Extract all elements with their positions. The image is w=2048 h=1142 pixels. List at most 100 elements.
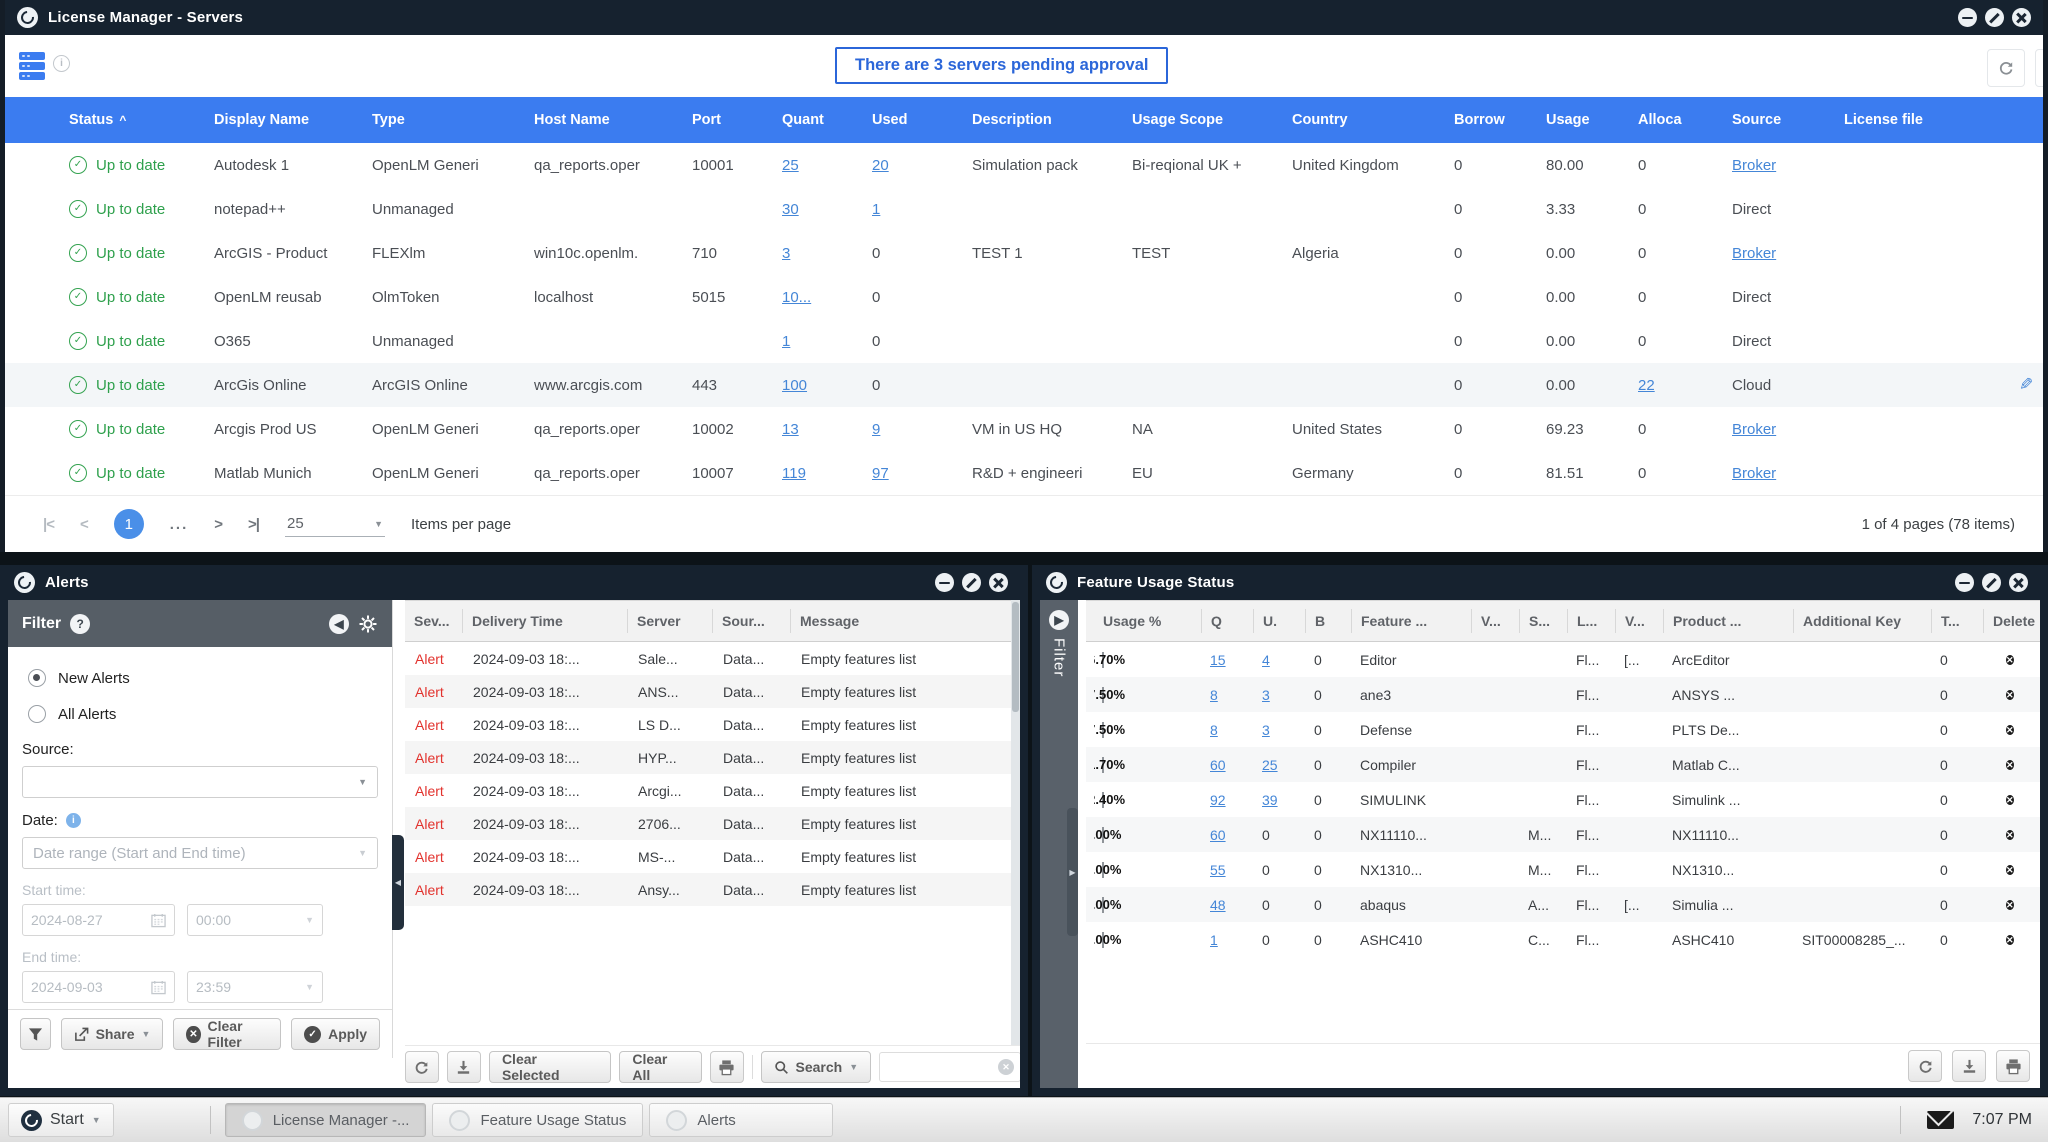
cell-quantity[interactable]: 30	[782, 201, 872, 218]
page-next-button[interactable]: >	[214, 516, 222, 533]
column-header-status[interactable]: Status^	[69, 112, 214, 128]
cell-used[interactable]: 20	[872, 157, 972, 174]
radio-new-alerts[interactable]: New Alerts	[28, 669, 378, 687]
column-header-description[interactable]: Description	[972, 112, 1132, 128]
items-per-page-select[interactable]: 25 ▼	[285, 511, 385, 537]
column-header-1-delivery-time[interactable]: Delivery Time	[463, 609, 628, 633]
date-range-select[interactable]: Date range (Start and End time) ▼	[22, 837, 378, 869]
column-header-12-delete[interactable]: Delete	[1984, 609, 2040, 633]
clear-filter-button[interactable]: ✕ Clear Filter	[173, 1018, 281, 1050]
cell-quantity[interactable]: 60	[1202, 757, 1254, 773]
column-header-1-q[interactable]: Q	[1202, 609, 1254, 633]
source-select[interactable]: ▼	[22, 766, 378, 798]
gear-icon[interactable]	[358, 614, 378, 634]
cell-source[interactable]: Broker	[1732, 245, 1844, 262]
column-header-3-sour[interactable]: Sour...	[713, 609, 791, 633]
taskbar-button-license-manager[interactable]: License Manager -...	[225, 1103, 427, 1137]
column-header-4-feature[interactable]: Feature ...	[1352, 609, 1472, 633]
cell-used[interactable]: 4	[1254, 652, 1306, 668]
edit-pencil-icon[interactable]: ✎	[2019, 375, 2033, 395]
start-date-input[interactable]: 2024-08-27	[22, 904, 175, 936]
info-icon[interactable]: i	[53, 55, 70, 72]
clear-all-button[interactable]: Clear All	[619, 1051, 701, 1083]
column-header-6-s[interactable]: S...	[1520, 609, 1568, 633]
minimize-icon[interactable]	[935, 573, 954, 592]
restore-icon[interactable]	[1985, 8, 2004, 27]
alert-row[interactable]: Alert2024-09-03 18:...ANS...Data...Empty…	[405, 675, 1020, 708]
cell-quantity[interactable]: 15	[1202, 652, 1254, 668]
column-header-10-additional-key[interactable]: Additional Key	[1794, 609, 1932, 633]
close-icon[interactable]	[2009, 573, 2028, 592]
column-header-port[interactable]: Port	[692, 112, 782, 128]
delete-icon[interactable]: ✕	[2006, 690, 2014, 700]
cell-quantity[interactable]: 92	[1202, 792, 1254, 808]
column-header-9-product[interactable]: Product ...	[1664, 609, 1794, 633]
mail-icon[interactable]	[1927, 1111, 1954, 1129]
cell-quantity[interactable]: 13	[782, 421, 872, 438]
download-button[interactable]	[447, 1051, 481, 1083]
column-header-display-name[interactable]: Display Name	[214, 112, 372, 128]
page-number-current[interactable]: 1	[114, 509, 144, 539]
cell-quantity[interactable]: 60	[1202, 827, 1254, 843]
search-dropdown-button[interactable]: Search ▼	[761, 1051, 872, 1083]
restore-icon[interactable]	[1982, 573, 2001, 592]
column-header-8-v[interactable]: V...	[1616, 609, 1664, 633]
alert-row[interactable]: Alert2024-09-03 18:...2706...Data...Empt…	[405, 807, 1020, 840]
end-date-input[interactable]: 2024-09-03	[22, 971, 175, 1003]
search-button[interactable]	[2035, 49, 2043, 87]
expand-right-icon[interactable]: ▶	[1049, 610, 1069, 630]
delete-icon[interactable]: ✕	[2006, 760, 2014, 770]
share-button[interactable]: Share ▼	[61, 1018, 164, 1050]
cell-used[interactable]: 97	[872, 465, 972, 482]
delete-icon[interactable]: ✕	[2006, 935, 2014, 945]
download-button[interactable]	[1952, 1050, 1986, 1082]
restore-icon[interactable]	[962, 573, 981, 592]
close-icon[interactable]	[989, 573, 1008, 592]
refresh-button[interactable]	[1908, 1050, 1942, 1082]
splitter-handle[interactable]: ▶	[1067, 808, 1078, 936]
servers-icon[interactable]	[19, 52, 45, 80]
column-header-5-v[interactable]: V...	[1472, 609, 1520, 633]
delete-icon[interactable]: ✕	[2006, 830, 2014, 840]
delete-icon[interactable]: ✕	[2006, 865, 2014, 875]
alert-row[interactable]: Alert2024-09-03 18:...HYP...Data...Empty…	[405, 741, 1020, 774]
delete-icon[interactable]: ✕	[2006, 795, 2014, 805]
cell-used[interactable]: 9	[872, 421, 972, 438]
cell-used[interactable]: 3	[1254, 722, 1306, 738]
column-header-2-server[interactable]: Server	[628, 609, 713, 633]
alert-row[interactable]: Alert2024-09-03 18:...Sale...Data...Empt…	[405, 642, 1020, 675]
column-header-2-u[interactable]: U.	[1254, 609, 1306, 633]
cell-quantity[interactable]: 8	[1202, 687, 1254, 703]
column-header-used[interactable]: Used	[872, 112, 972, 128]
refresh-button[interactable]	[1987, 49, 2025, 87]
collapse-left-icon[interactable]: ◀	[329, 614, 349, 634]
column-header-3-b[interactable]: B	[1306, 609, 1352, 633]
minimize-icon[interactable]	[1955, 573, 1974, 592]
column-header-11-t[interactable]: T...	[1932, 609, 1984, 633]
close-icon[interactable]	[2012, 8, 2031, 27]
start-button[interactable]: Start ▼	[8, 1103, 114, 1137]
cell-used[interactable]: 1	[872, 201, 972, 218]
cell-quantity[interactable]: 3	[782, 245, 872, 262]
taskbar-button-feature-usage-status[interactable]: Feature Usage Status	[432, 1103, 643, 1137]
page-prev-button[interactable]: <	[80, 516, 88, 533]
column-header-alloca[interactable]: Alloca	[1638, 112, 1732, 128]
cell-quantity[interactable]: 55	[1202, 862, 1254, 878]
column-header-license-file[interactable]: License file	[1844, 112, 1989, 128]
column-header-0-usage[interactable]: Usage %	[1094, 609, 1202, 633]
alert-row[interactable]: Alert2024-09-03 18:...Arcgi...Data...Emp…	[405, 774, 1020, 807]
cell-quantity[interactable]: 48	[1202, 897, 1254, 913]
print-button[interactable]	[710, 1051, 744, 1083]
column-header-country[interactable]: Country	[1292, 112, 1454, 128]
cell-quantity[interactable]: 1	[782, 333, 872, 350]
column-header-usage[interactable]: Usage	[1546, 112, 1638, 128]
minimize-icon[interactable]	[1958, 8, 1977, 27]
column-header-host-name[interactable]: Host Name	[534, 112, 692, 128]
search-input[interactable]: ✕	[879, 1052, 1020, 1082]
cell-used[interactable]: 39	[1254, 792, 1306, 808]
cell-quantity[interactable]: 25	[782, 157, 872, 174]
alert-row[interactable]: Alert2024-09-03 18:...MS-...Data...Empty…	[405, 840, 1020, 873]
cell-source[interactable]: Broker	[1732, 157, 1844, 174]
apply-button[interactable]: ✓ Apply	[291, 1018, 380, 1050]
page-first-button[interactable]: |<	[43, 516, 54, 533]
